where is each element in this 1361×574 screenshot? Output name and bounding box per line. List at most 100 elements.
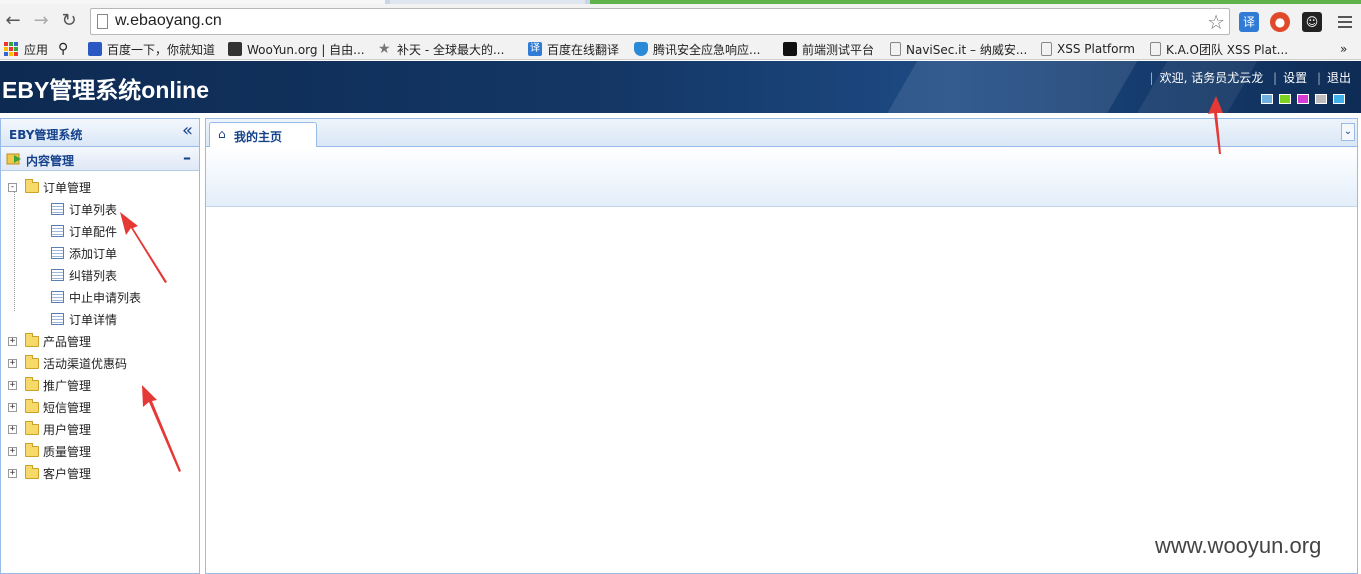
- page-icon: [1150, 42, 1161, 56]
- tree-expand-icon[interactable]: +: [8, 380, 17, 390]
- bookmark-navisec[interactable]: NaviSec.it – 纳威安...: [890, 41, 1027, 57]
- bookmark-butian[interactable]: ★ 补天 - 全球最大的...: [378, 41, 504, 57]
- skin-swatch-gray[interactable]: [1315, 94, 1327, 104]
- folder-icon: [25, 178, 39, 193]
- accordion-content-management[interactable]: 内容管理 –: [1, 147, 199, 171]
- tree-collapse-icon[interactable]: -: [8, 182, 17, 192]
- folder-icon: [25, 442, 39, 457]
- bookmark-star-icon[interactable]: ☆: [1207, 10, 1225, 34]
- tree-expand-icon[interactable]: +: [8, 402, 17, 412]
- settings-link[interactable]: 设置: [1283, 71, 1307, 85]
- page-icon: [890, 42, 901, 56]
- tab-menu-chevron-down-icon[interactable]: ⌄: [1341, 123, 1355, 141]
- back-arrow-icon[interactable]: ←: [2, 10, 24, 32]
- folder-icon: [25, 420, 39, 435]
- bookmark-baidu[interactable]: 百度一下，你就知道: [88, 41, 215, 57]
- address-bar[interactable]: w.ebaoyang.cn ☆: [90, 8, 1230, 35]
- sidebar: EBY管理系统 « 内容管理 – - 订单管理 订单列表 订单配件 添加订单 纠…: [0, 118, 200, 574]
- folder-icon: [25, 354, 39, 369]
- tree-node-promotion-management[interactable]: + 推广管理: [8, 375, 91, 395]
- folder-icon: [25, 332, 39, 347]
- bookmark-search[interactable]: ⚲: [58, 41, 74, 57]
- skin-swatch-lightblue[interactable]: [1333, 94, 1345, 104]
- bookmark-tencent-src[interactable]: 腾讯安全应急响应...: [634, 41, 760, 57]
- tree-expand-icon[interactable]: +: [8, 446, 17, 456]
- list-page-icon: [51, 291, 64, 303]
- baidu-paw-icon: [88, 42, 102, 56]
- frontend-test-icon: [783, 42, 797, 56]
- skin-swatch-purple[interactable]: [1297, 94, 1309, 104]
- tree-leaf-suspend-request-list[interactable]: 中止申请列表: [51, 287, 141, 307]
- tree-node-channel-coupon[interactable]: + 活动渠道优惠码: [8, 353, 127, 373]
- folder-icon: [25, 398, 39, 413]
- tree-expand-icon[interactable]: +: [8, 358, 17, 368]
- tree-expand-icon[interactable]: +: [8, 336, 17, 346]
- bookmark-baidu-translate[interactable]: 译 百度在线翻译: [528, 41, 619, 57]
- tree-node-product-management[interactable]: + 产品管理: [8, 331, 91, 351]
- bookmarks-overflow[interactable]: »: [1340, 41, 1347, 57]
- skin-switcher: [1261, 94, 1345, 104]
- tree-leaf-add-order[interactable]: 添加订单: [51, 243, 117, 263]
- watermark: www.wooyun.org: [1155, 533, 1322, 558]
- bookmark-kao-xss[interactable]: K.A.O团队 XSS Plat...: [1150, 41, 1288, 57]
- tree-node-order-management[interactable]: - 订单管理: [8, 177, 91, 197]
- shield-icon: [634, 42, 648, 56]
- translate-extension-icon[interactable]: 译: [1239, 12, 1259, 32]
- apps-grid-icon: [4, 42, 18, 56]
- folder-icon: [25, 376, 39, 391]
- star-icon: ★: [378, 41, 391, 57]
- page-icon: [97, 14, 108, 29]
- browser-toolbar: ← → ↻ w.ebaoyang.cn ☆ 译 ● ☺: [0, 4, 1361, 38]
- skin-swatch-green[interactable]: [1279, 94, 1291, 104]
- sidebar-title: EBY管理系统: [9, 128, 83, 142]
- welcome-text: 欢迎, 话务员尤云龙: [1159, 71, 1264, 85]
- main-panel: ⌂ 我的主页 ⌄: [205, 118, 1358, 574]
- search-icon: ⚲: [58, 41, 69, 57]
- tree-leaf-order-parts[interactable]: 订单配件: [51, 221, 117, 241]
- tree-leaf-error-list[interactable]: 纠错列表: [51, 265, 117, 285]
- collapse-minus-icon[interactable]: –: [183, 148, 191, 167]
- tree-leaf-order-detail[interactable]: 订单详情: [51, 309, 117, 329]
- app-header: EBY管理系统online | 欢迎, 话务员尤云龙 | 设置 | 退出: [0, 61, 1361, 113]
- translate-icon: 译: [528, 42, 542, 56]
- list-page-icon: [51, 203, 64, 215]
- tree-leaf-order-list[interactable]: 订单列表: [51, 199, 117, 219]
- page-icon: [1041, 42, 1052, 56]
- collapse-double-chevron-icon[interactable]: «: [182, 122, 193, 140]
- browser-menu-icon[interactable]: [1338, 16, 1352, 31]
- tab-my-home[interactable]: ⌂ 我的主页: [209, 122, 317, 147]
- app-title: EBY管理系统online: [2, 77, 210, 103]
- tab-label: 我的主页: [234, 130, 283, 144]
- mask-extension-icon[interactable]: ☺: [1302, 12, 1322, 32]
- address-url[interactable]: w.ebaoyang.cn: [115, 12, 222, 30]
- skin-swatch-blue[interactable]: [1261, 94, 1273, 104]
- tree-node-customer-management[interactable]: + 客户管理: [8, 463, 91, 483]
- bookmark-xss-platform[interactable]: XSS Platform: [1041, 41, 1135, 57]
- list-page-icon: [51, 313, 64, 325]
- bookmark-frontend-test[interactable]: 前端测试平台: [783, 41, 874, 57]
- logout-link[interactable]: 退出: [1327, 71, 1351, 85]
- wooyun-icon: [228, 42, 242, 56]
- list-page-icon: [51, 225, 64, 237]
- extension-icon[interactable]: ●: [1270, 12, 1290, 32]
- reload-icon[interactable]: ↻: [58, 10, 80, 32]
- tree-expand-icon[interactable]: +: [8, 424, 17, 434]
- user-links: | 欢迎, 话务员尤云龙 | 设置 | 退出: [1149, 71, 1351, 85]
- tree-node-sms-management[interactable]: + 短信管理: [8, 397, 91, 417]
- folder-arrow-icon: [6, 153, 21, 165]
- main-tabbar: ⌂ 我的主页 ⌄: [206, 119, 1357, 147]
- accordion-label: 内容管理: [26, 154, 75, 168]
- tree-expand-icon[interactable]: +: [8, 468, 17, 478]
- list-page-icon: [51, 247, 64, 259]
- list-page-icon: [51, 269, 64, 281]
- bookmark-apps[interactable]: 应用: [4, 41, 48, 57]
- tree-node-user-management[interactable]: + 用户管理: [8, 419, 91, 439]
- bookmarks-bar: 应用 ⚲ 百度一下，你就知道 WooYun.org | 自由... ★ 补天 -…: [0, 38, 1361, 60]
- home-icon: ⌂: [218, 127, 226, 141]
- forward-arrow-icon[interactable]: →: [30, 10, 52, 32]
- sidebar-header: EBY管理系统 «: [1, 119, 199, 147]
- folder-icon: [25, 464, 39, 479]
- main-toolbar-band: [206, 147, 1357, 207]
- tree-node-quality-management[interactable]: + 质量管理: [8, 441, 91, 461]
- bookmark-wooyun[interactable]: WooYun.org | 自由...: [228, 41, 365, 57]
